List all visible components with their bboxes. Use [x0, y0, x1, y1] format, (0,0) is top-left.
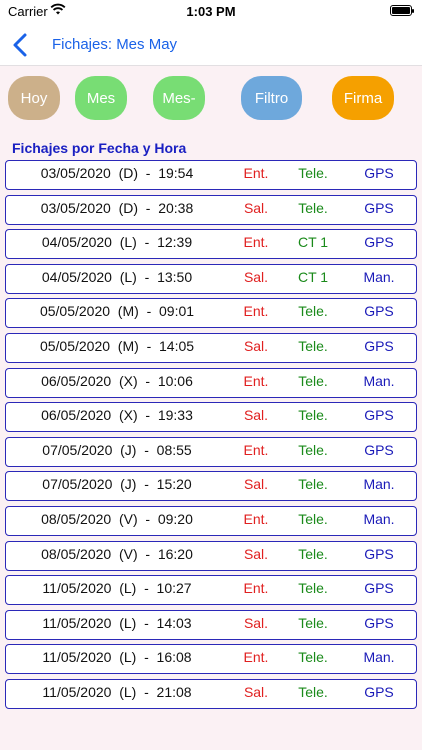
fichaje-lugar: Tele. — [298, 511, 328, 527]
fichaje-row[interactable]: 07/05/2020 (J) - 08:55 Ent. Tele. GPS — [5, 436, 417, 467]
fichaje-tipo: Sal. — [243, 476, 269, 493]
fichaje-datetime: 11/05/2020 (L) - 16:08 — [42, 649, 192, 666]
fichaje-lugar: Tele. — [298, 372, 328, 389]
fichaje-row[interactable]: 08/05/2020 (V) - 16:20 Sal. Tele. GPS — [5, 540, 417, 571]
fichaje-tipo: Sal. — [243, 407, 269, 424]
fichaje-datetime: 11/05/2020 (L) - 10:27 — [42, 580, 192, 597]
fichaje-datetime: 08/05/2020 (V) - 09:20 — [41, 511, 193, 527]
fichaje-datetime: 05/05/2020 (M) - 09:01 — [39, 303, 195, 320]
fichaje-datetime: 03/05/2020 (D) - 20:38 — [40, 199, 194, 216]
fichaje-tipo: Ent. — [243, 234, 269, 251]
fichaje-row[interactable]: 03/05/2020 (D) - 20:38 Sal. Tele. GPS — [5, 194, 417, 225]
fichaje-tipo: Sal. — [243, 545, 269, 562]
fichaje-tipo: Sal. — [243, 614, 269, 631]
fichaje-tipo: Ent. — [243, 165, 269, 181]
navigation-bar: Fichajes: Mes May — [0, 24, 422, 66]
clock: 1:03 PM — [186, 4, 236, 19]
fichaje-metodo: Man. — [363, 511, 395, 527]
fichaje-row[interactable]: 06/05/2020 (X) - 10:06 Ent. Tele. Man. — [5, 367, 417, 398]
fichaje-datetime: 08/05/2020 (V) - 16:20 — [41, 545, 193, 562]
fichaje-row[interactable]: 04/05/2020 (L) - 12:39 Ent. CT 1 GPS — [5, 229, 417, 260]
firma-button[interactable]: Firma — [332, 76, 394, 120]
fichaje-metodo: GPS — [364, 199, 394, 216]
fichaje-tipo: Ent. — [243, 649, 269, 666]
fichaje-row[interactable]: 03/05/2020 (D) - 19:54 Ent. Tele. GPS — [5, 160, 417, 190]
fichaje-lugar: Tele. — [298, 338, 328, 354]
fichaje-lugar: Tele. — [298, 614, 328, 631]
fichaje-row[interactable]: 05/05/2020 (M) - 14:05 Sal. Tele. GPS — [5, 333, 417, 363]
fichaje-lugar: Tele. — [298, 476, 328, 493]
fichaje-lugar: Tele. — [298, 165, 328, 181]
fichaje-lugar: Tele. — [298, 545, 328, 562]
fichaje-datetime: 05/05/2020 (M) - 14:05 — [39, 338, 195, 354]
fichaje-datetime: 11/05/2020 (L) - 14:03 — [42, 614, 192, 631]
fichaje-tipo: Sal. — [243, 684, 269, 700]
fichaje-datetime: 06/05/2020 (X) - 19:33 — [41, 407, 193, 424]
back-chevron-icon[interactable] — [10, 32, 32, 58]
fichaje-lugar: CT 1 — [297, 234, 329, 251]
fichaje-row[interactable]: 11/05/2020 (L) - 10:27 Ent. Tele. GPS — [5, 575, 417, 606]
fichaje-lugar: Tele. — [298, 684, 328, 700]
fichaje-row[interactable]: 05/05/2020 (M) - 09:01 Ent. Tele. GPS — [5, 298, 417, 329]
fichaje-tipo: Ent. — [243, 303, 269, 320]
fichaje-tipo: Sal. — [243, 199, 269, 216]
main-content: Hoy Mes Mes- Filtro Firma Fichajes por Fecha… — [0, 66, 422, 750]
fichaje-tipo: Ent. — [243, 580, 269, 597]
fichaje-metodo: Man. — [363, 649, 395, 666]
fichaje-lugar: Tele. — [298, 441, 328, 458]
fichaje-row[interactable]: 11/05/2020 (L) - 16:08 Ent. Tele. Man. — [5, 644, 417, 675]
fichaje-row[interactable]: 08/05/2020 (V) - 09:20 Ent. Tele. Man. — [5, 506, 417, 536]
fichaje-tipo: Ent. — [243, 372, 269, 389]
fichaje-metodo: GPS — [364, 441, 394, 458]
fichaje-metodo: GPS — [364, 234, 394, 251]
fichaje-metodo: GPS — [364, 338, 394, 354]
mes-button[interactable]: Mes — [75, 76, 127, 120]
fichaje-row[interactable]: 04/05/2020 (L) - 13:50 Sal. CT 1 Man. — [5, 263, 417, 294]
fichaje-datetime: 04/05/2020 (L) - 13:50 — [41, 268, 193, 285]
battery-icon — [390, 5, 414, 16]
fichaje-lugar: CT 1 — [297, 268, 329, 285]
fichaje-metodo: GPS — [364, 303, 394, 320]
fichaje-metodo: GPS — [364, 545, 394, 562]
fichaje-datetime: 07/05/2020 (J) - 15:20 — [42, 476, 192, 493]
fichaje-datetime: 11/05/2020 (L) - 21:08 — [42, 684, 192, 700]
fichaje-lugar: Tele. — [298, 649, 328, 666]
status-bar: Carrier 1:03 PM — [0, 0, 422, 24]
fichaje-datetime: 07/05/2020 (J) - 08:55 — [42, 441, 192, 458]
fichaje-row[interactable]: 11/05/2020 (L) - 14:03 Sal. Tele. GPS — [5, 609, 417, 640]
fichaje-datetime: 03/05/2020 (D) - 19:54 — [40, 165, 194, 181]
fichaje-metodo: GPS — [364, 580, 394, 597]
fichaje-row[interactable]: 06/05/2020 (X) - 19:33 Sal. Tele. GPS — [5, 402, 417, 433]
fichaje-tipo: Sal. — [243, 338, 269, 354]
fichaje-tipo: Ent. — [243, 441, 269, 458]
fichaje-metodo: GPS — [364, 684, 394, 700]
fichaje-metodo: GPS — [364, 614, 394, 631]
fichaje-metodo: GPS — [364, 407, 394, 424]
fichaje-lugar: Tele. — [298, 407, 328, 424]
filtro-button[interactable]: Filtro — [241, 76, 302, 120]
fichaje-row[interactable]: 07/05/2020 (J) - 15:20 Sal. Tele. Man. — [5, 471, 417, 502]
fichaje-tipo: Ent. — [243, 511, 269, 527]
hoy-button[interactable]: Hoy — [8, 76, 60, 120]
fichaje-datetime: 04/05/2020 (L) - 12:39 — [41, 234, 193, 251]
mes-prev-button[interactable]: Mes- — [153, 76, 205, 120]
page-title: Fichajes: Mes May — [52, 36, 178, 53]
fichaje-lugar: Tele. — [298, 303, 328, 320]
fichaje-metodo: GPS — [364, 165, 394, 181]
fichaje-metodo: Man. — [363, 372, 395, 389]
fichaje-metodo: Man. — [363, 476, 395, 493]
fichaje-lugar: Tele. — [298, 199, 328, 216]
fichaje-datetime: 06/05/2020 (X) - 10:06 — [41, 372, 193, 389]
fichaje-metodo: Man. — [363, 268, 395, 285]
section-title: Fichajes por Fecha y Hora — [12, 140, 187, 156]
fichaje-lugar: Tele. — [298, 580, 328, 597]
fichaje-tipo: Sal. — [243, 268, 269, 285]
fichaje-row[interactable]: 11/05/2020 (L) - 21:08 Sal. Tele. GPS — [5, 679, 417, 709]
